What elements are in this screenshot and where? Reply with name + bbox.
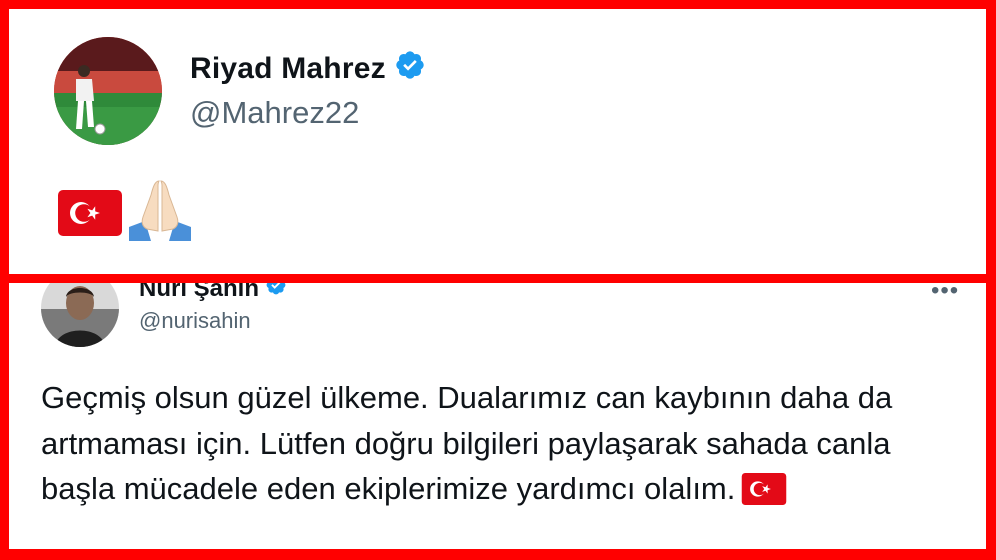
more-options-button[interactable]: ••• bbox=[931, 283, 959, 305]
tweet-text: Geçmiş olsun güzel ülkeme. Dualarımız ca… bbox=[41, 375, 971, 518]
display-name[interactable]: Riyad Mahrez bbox=[190, 49, 426, 89]
verified-badge-icon bbox=[394, 49, 426, 89]
folded-hands-icon bbox=[127, 177, 193, 248]
avatar[interactable] bbox=[54, 37, 162, 145]
user-handle[interactable]: @Mahrez22 bbox=[190, 95, 359, 131]
tweet-card-mahrez: Riyad Mahrez @Mahrez22 bbox=[9, 9, 986, 274]
avatar[interactable] bbox=[41, 283, 119, 347]
user-handle[interactable]: @nurisahin bbox=[139, 308, 251, 334]
turkey-flag-icon bbox=[741, 472, 787, 518]
turkey-flag-icon bbox=[58, 190, 122, 241]
verified-badge-icon bbox=[265, 283, 287, 303]
display-name-text[interactable]: Nuri Şahin bbox=[139, 283, 259, 303]
display-name[interactable]: Nuri Şahin bbox=[139, 283, 287, 303]
tweet-card-sahin: Nuri Şahin @nurisahin ••• Geçmiş olsun g… bbox=[9, 283, 986, 549]
display-name-text[interactable]: Riyad Mahrez bbox=[190, 52, 386, 86]
